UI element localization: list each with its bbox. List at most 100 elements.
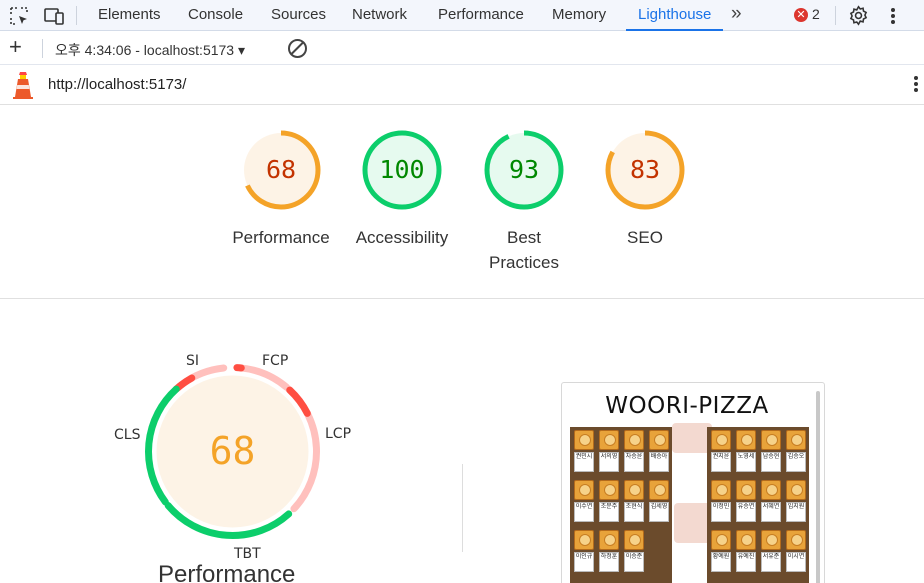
pizza-card-name: 서의영 [599,452,619,472]
pizza-icon [649,430,669,450]
pizza-card-name: 조문주 [599,502,619,522]
metric-label-lcp: LCP [325,426,352,442]
pizza-card: 김승오 [785,430,807,472]
pizza-icon [711,480,731,500]
pizza-card: 차승윤 [623,430,645,472]
pizza-icon [599,530,619,550]
final-screenshot[interactable]: WOORI-PIZZA 권민시 서의영 차승윤 배승아이수연 조문주 조현식 김세영이인규 하… [561,382,825,583]
pizza-card-name: 차승윤 [624,452,644,472]
pizza-card-name: 조현식 [624,502,644,522]
pizza-card-name: 황예원 [711,552,731,572]
name-grid-right: 권지윤 노영세 남승현 김승오 이정민 유승연 서혜연 임지원 황예원 유예진 서유준 이시연 [707,427,809,583]
pizza-icon [711,430,731,450]
pizza-card-name: 노영세 [736,452,756,472]
pizza-card: 권민시 [573,430,595,472]
tab-network[interactable]: Network [352,0,407,31]
report-selector[interactable]: 오후 4:34:06 - localhost:5173 ▾ [55,40,245,60]
toolbar-divider [42,39,43,58]
pizza-card: 유승연 [735,480,757,522]
toolbar-divider [835,6,836,25]
pizza-card: 김세영 [648,480,670,522]
lighthouse-logo-icon [13,72,33,99]
pizza-icon [711,530,731,550]
pizza-card-name: 이정민 [711,502,731,522]
pizza-card-name: 서혜연 [761,502,781,522]
more-tabs-icon[interactable]: » [731,3,741,25]
pizza-card: 이정민 [710,480,732,522]
pizza-card: 남승현 [760,430,782,472]
pizza-card: 노영세 [735,430,757,472]
score-gauge-accessibility[interactable]: 100 [360,128,444,212]
metric-label-si: SI [186,353,200,369]
pizza-card: 서혜연 [760,480,782,522]
pizza-icon [736,430,756,450]
score-value: 93 [508,155,540,184]
tab-sources[interactable]: Sources [271,0,326,31]
pizza-card: 이인규 [573,530,595,572]
section-divider [0,298,924,299]
pizza-card-name: 이승준 [624,552,644,572]
report-url-bar: http://localhost:5173/ [0,65,924,105]
pizza-card-name: 하정훈 [599,552,619,572]
device-toolbar-icon[interactable] [43,5,65,27]
tab-lighthouse[interactable]: Lighthouse [625,0,724,31]
pizza-card: 하정훈 [598,530,620,572]
customize-menu-icon[interactable] [891,8,895,26]
performance-section-title: Performance [158,561,296,583]
pizza-card: 임지원 [785,480,807,522]
score-gauge-best-practices[interactable]: 93 [482,128,566,212]
report-menu-icon[interactable] [914,76,918,94]
metric-label-tbt: TBT [234,546,261,562]
pizza-icon [761,530,781,550]
pizza-card-name: 이시연 [786,552,806,572]
metric-label-fcp: FCP [262,353,289,369]
settings-gear-icon[interactable] [848,5,869,26]
report-url[interactable]: http://localhost:5173/ [48,76,186,93]
score-value: 68 [265,155,297,184]
pizza-icon [786,430,806,450]
inspect-element-icon[interactable] [8,5,30,27]
pizza-icon [624,530,644,550]
error-icon[interactable]: ✕ [794,8,808,22]
score-value: 83 [629,155,661,184]
pizza-card-name: 배승아 [649,452,669,472]
screenshot-page-title: WOORI-PIZZA [605,393,769,419]
score-gauge-performance[interactable]: 68 [239,128,323,212]
pizza-card: 이승준 [623,530,645,572]
clear-reports-icon[interactable] [288,39,307,58]
tab-console[interactable]: Console [188,0,243,31]
pizza-icon [736,480,756,500]
pizza-card-name: 이인규 [574,552,594,572]
pizza-icon [649,480,669,500]
pizza-icon [786,480,806,500]
pizza-card-name: 서유준 [761,552,781,572]
pizza-icon [574,530,594,550]
score-gauge-seo[interactable]: 83 [603,128,687,212]
pizza-card: 황예원 [710,530,732,572]
pizza-card: 서유준 [760,530,782,572]
pizza-card: 서의영 [598,430,620,472]
toolbar-divider [76,6,77,25]
section-divider-vertical [462,464,463,552]
error-count[interactable]: 2 [812,6,820,22]
score-label: SEO [627,228,663,247]
pizza-icon [574,480,594,500]
pizza-card: 이수연 [573,480,595,522]
score-label-line: Best [506,228,542,247]
pizza-card-name: 이수연 [574,502,594,522]
tab-memory[interactable]: Memory [552,0,606,31]
tab-performance[interactable]: Performance [438,0,524,31]
new-report-button[interactable]: + [9,36,22,58]
pizza-icon [761,480,781,500]
pizza-icon [574,430,594,450]
lighthouse-toolbar: + 오후 4:34:06 - localhost:5173 ▾ [0,32,924,65]
tab-elements[interactable]: Elements [98,0,161,31]
pizza-background-image [672,423,712,453]
pizza-card-name: 남승현 [761,452,781,472]
pizza-card: 조문주 [598,480,620,522]
pizza-card: 유예진 [735,530,757,572]
pizza-card-name: 김세영 [649,502,669,522]
pizza-icon [786,530,806,550]
pizza-icon [624,480,644,500]
pizza-card: 조현식 [623,480,645,522]
